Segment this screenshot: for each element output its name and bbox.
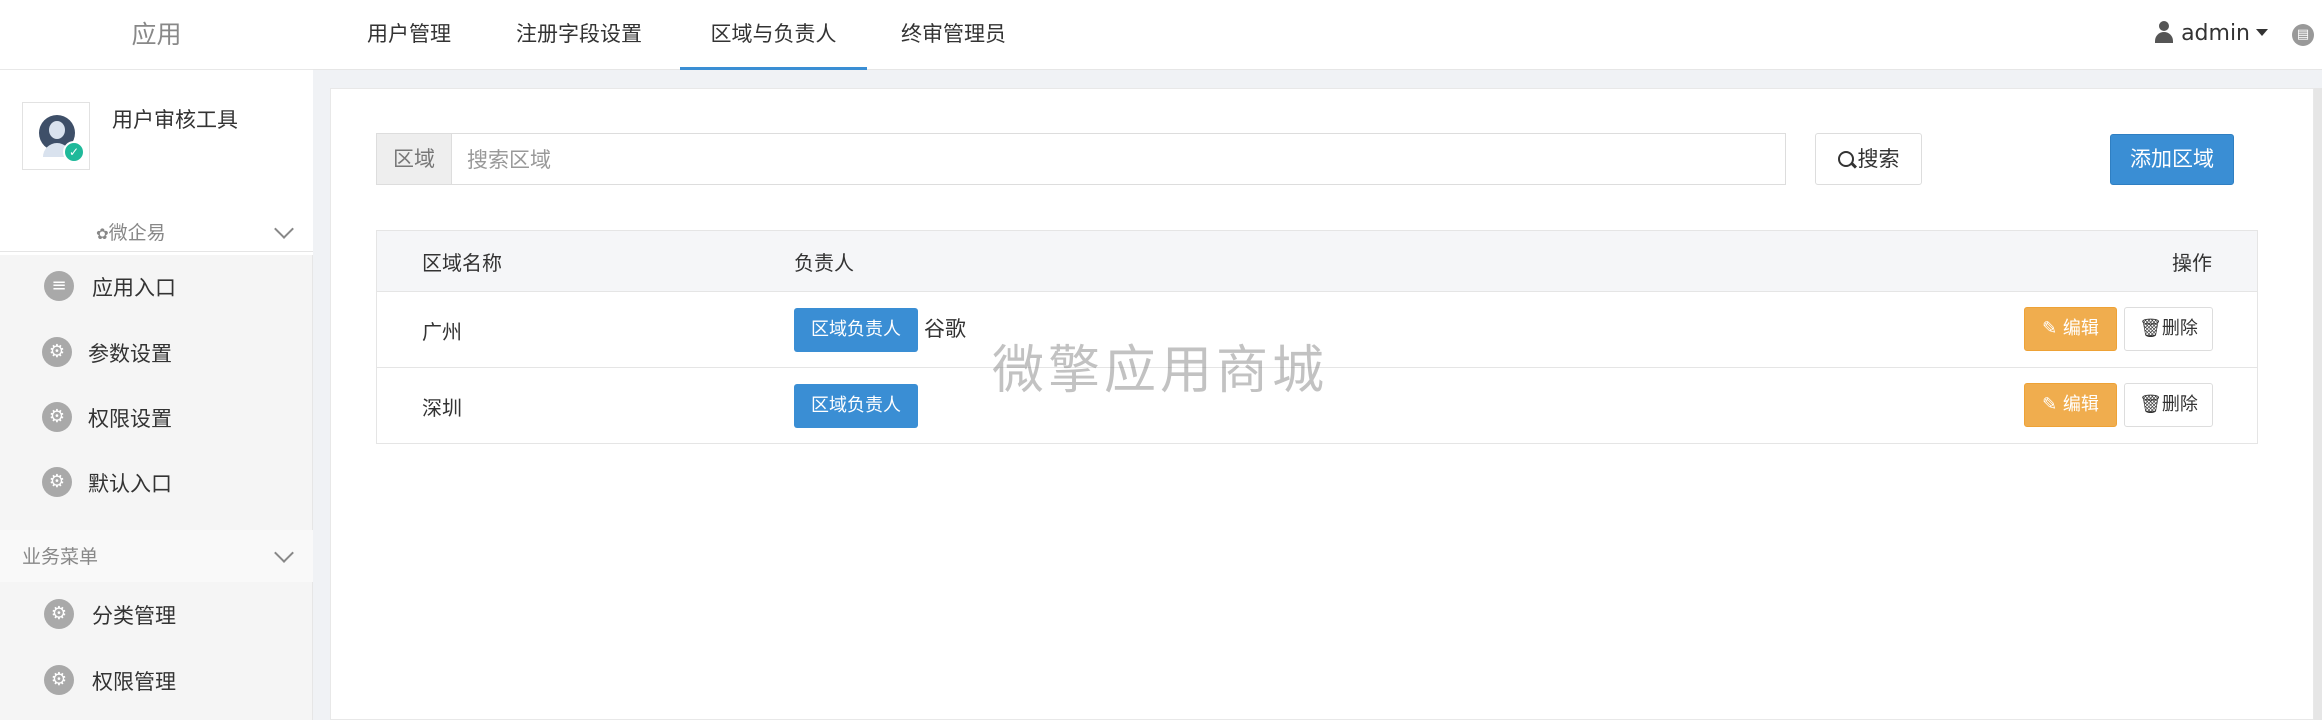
menu-group-weiqiyi[interactable]: ✿微企易 — [0, 212, 313, 252]
sidebar-title: 应用 — [0, 0, 313, 70]
edit-icon: ✎ — [2042, 318, 2058, 339]
menu-group-label: ✿微企易 — [96, 222, 166, 244]
region-name: 广州 — [422, 320, 462, 344]
app-avatar: ✓ — [22, 102, 90, 170]
trash-icon: 🗑 — [2139, 318, 2162, 339]
search-button[interactable]: 搜索 — [1815, 133, 1922, 185]
chevron-down-icon — [274, 219, 294, 239]
chat-icon: ≡ — [44, 271, 74, 301]
gear-icon: ⚙ — [44, 665, 74, 695]
sidebar-item-label: 权限设置 — [88, 407, 172, 431]
verified-check-icon: ✓ — [63, 141, 85, 163]
gear-icon: ⚙ — [42, 467, 72, 497]
sidebar-item-label: 分类管理 — [92, 604, 176, 628]
edit-icon: ✎ — [2042, 394, 2058, 415]
sidebar-item-permission-manage[interactable]: ⚙ 权限管理 — [0, 648, 313, 713]
search-input[interactable] — [453, 134, 1799, 186]
message-icon[interactable]: ▤ — [2292, 24, 2314, 46]
search-icon — [1837, 151, 1854, 167]
gear-icon: ⚙ — [42, 337, 72, 367]
owner-name: 谷歌 — [924, 317, 966, 341]
watermark: 微擎应用商城 — [992, 341, 1329, 401]
sidebar: 应用 ✓ 用户审核工具 ✿微企易 ≡ 应用入口 ⚙ 参数设置 ⚙ 权限设置 ⚙ … — [0, 0, 313, 720]
gear-icon: ⚙ — [42, 402, 72, 432]
tab-final-reviewer[interactable]: 终审管理员 — [901, 0, 1006, 70]
delete-label: 删除 — [2161, 318, 2198, 339]
column-header: 负责人 — [794, 251, 854, 275]
top-nav: 用户管理 注册字段设置 区域与负责人 终审管理员 admin ▤ — [313, 0, 2322, 70]
sidebar-item-params[interactable]: ⚙ 参数设置 — [0, 320, 313, 385]
sidebar-item-app-entry[interactable]: ≡ 应用入口 — [0, 254, 313, 319]
sidebar-item-label: 参数设置 — [88, 342, 172, 366]
region-owner-button[interactable]: 区域负责人 — [794, 384, 918, 428]
user-name: admin — [2181, 21, 2250, 46]
tab-region-owner[interactable]: 区域与负责人 — [680, 0, 867, 70]
column-header: 区域名称 — [422, 251, 502, 275]
delete-button[interactable]: 🗑删除 — [2124, 383, 2213, 427]
tab-user-management[interactable]: 用户管理 — [367, 0, 451, 70]
menu-group-label: 业务菜单 — [22, 546, 99, 568]
column-header: 操作 — [2172, 251, 2212, 275]
sidebar-item-default-entry[interactable]: ⚙ 默认入口 — [0, 450, 313, 515]
sidebar-item-label: 权限管理 — [92, 670, 176, 694]
sidebar-item-label: 应用入口 — [92, 276, 176, 300]
trash-icon: 🗑 — [2139, 394, 2162, 415]
region-owner-button[interactable]: 区域负责人 — [794, 308, 918, 352]
user-icon — [2155, 21, 2174, 43]
delete-label: 删除 — [2161, 394, 2198, 415]
gear-icon: ⚙ — [44, 599, 74, 629]
sidebar-item-category[interactable]: ⚙ 分类管理 — [0, 582, 313, 647]
user-menu[interactable]: admin — [2155, 0, 2268, 70]
caret-down-icon — [2256, 29, 2268, 36]
table-header: 区域名称 负责人 操作 — [377, 231, 2257, 292]
tab-registration-fields[interactable]: 注册字段设置 — [516, 0, 642, 70]
chevron-down-icon — [274, 543, 294, 563]
search-addon-label: 区域 — [377, 134, 452, 184]
scrollbar[interactable] — [2314, 88, 2322, 720]
app-name: 用户审核工具 — [112, 108, 238, 132]
region-name: 深圳 — [422, 396, 462, 420]
menu-group-business[interactable]: 业务菜单 — [0, 530, 313, 582]
sidebar-item-permission-settings[interactable]: ⚙ 权限设置 — [0, 385, 313, 450]
delete-button[interactable]: 🗑删除 — [2124, 307, 2213, 351]
edit-button[interactable]: ✎ 编辑 — [2024, 383, 2117, 427]
wechat-icon: ✿ — [96, 225, 109, 243]
edit-label: 编辑 — [2062, 394, 2099, 415]
add-region-button[interactable]: 添加区域 — [2110, 134, 2234, 185]
sidebar-item-label: 默认入口 — [88, 472, 172, 496]
edit-button[interactable]: ✎ 编辑 — [2024, 307, 2117, 351]
search-button-label: 搜索 — [1857, 147, 1900, 171]
edit-label: 编辑 — [2062, 318, 2099, 339]
search-group: 区域 — [376, 133, 1799, 186]
